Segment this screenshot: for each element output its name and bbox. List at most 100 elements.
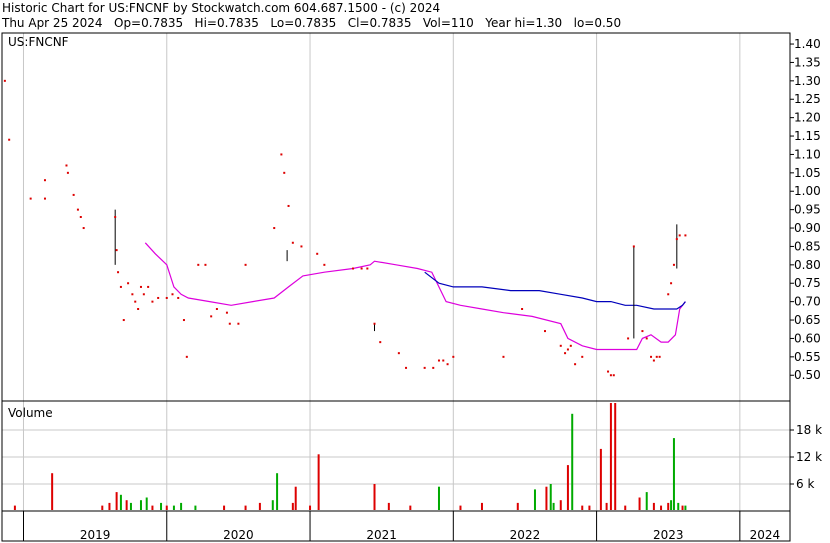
price-point — [76, 208, 79, 211]
volume-bar — [571, 413, 574, 510]
price-point — [119, 285, 122, 288]
x-tick-label-2024: 2024 — [750, 528, 781, 542]
ma_short-line — [144, 242, 686, 351]
x-tick-label-2022: 2022 — [510, 528, 541, 542]
price-point — [151, 300, 154, 303]
price-point — [287, 204, 290, 207]
volume-bar — [317, 454, 320, 510]
price-point — [300, 245, 303, 248]
price-chart-title: US:FNCNF — [8, 35, 69, 49]
volume-bar — [549, 484, 552, 510]
volume-bar — [244, 505, 247, 510]
volume-bar — [258, 502, 261, 510]
price-point — [225, 311, 228, 314]
volume-bar — [409, 505, 412, 510]
volume-bar — [309, 505, 312, 510]
price-point — [675, 238, 678, 241]
y-tick-label: 1.30 — [794, 74, 821, 88]
price-point — [66, 171, 69, 174]
volume-bar — [624, 505, 627, 510]
price-point — [442, 359, 445, 362]
y-tick-label: 1.40 — [794, 37, 821, 51]
volume-bar — [566, 465, 569, 510]
price-point — [134, 300, 137, 303]
volume-bar — [516, 502, 519, 510]
volume-bar — [160, 502, 163, 510]
price-point — [559, 344, 562, 347]
price-point — [502, 355, 505, 358]
volume-bar — [480, 502, 483, 510]
price-point — [273, 227, 276, 230]
price-point — [609, 374, 612, 377]
y-tick-label: 0.50 — [794, 368, 821, 382]
price-point — [379, 341, 382, 344]
y-tick-label: 0.85 — [794, 239, 821, 253]
y-tick-label: 0.75 — [794, 276, 821, 290]
volume-bar — [151, 505, 154, 510]
y-tick-label: 1.00 — [794, 184, 821, 198]
x-tick-label-2019: 2019 — [80, 528, 111, 542]
volume-bar — [115, 492, 118, 510]
volume-bar — [125, 500, 128, 510]
volume-bar — [223, 505, 226, 510]
price-point — [521, 308, 524, 310]
volume-bar — [672, 438, 675, 510]
price-point — [204, 263, 207, 266]
price-point — [574, 363, 577, 366]
price-point — [432, 366, 435, 369]
volume-bar — [605, 502, 608, 510]
volume-bar — [108, 502, 111, 510]
price-point — [43, 197, 46, 200]
price-point — [147, 285, 150, 288]
price-point — [43, 179, 46, 182]
price-panel-frame — [1, 32, 791, 402]
price-point — [684, 234, 687, 237]
volume-bar — [559, 500, 562, 510]
y-tick-label: 0.55 — [794, 350, 821, 364]
price-point — [215, 308, 218, 310]
volume-tick-label: 18 k — [796, 423, 822, 437]
volume-bar — [588, 505, 591, 510]
price-point — [544, 330, 547, 333]
volume-bar — [129, 502, 132, 510]
volume-bar — [599, 448, 602, 510]
price-point — [283, 171, 286, 174]
price-point — [114, 216, 117, 218]
volume-tick-label: 12 k — [796, 450, 822, 464]
price-point — [366, 267, 369, 270]
price-point — [360, 267, 363, 270]
volume-bar — [180, 502, 183, 510]
volume-bar — [437, 486, 440, 510]
volume-bar — [677, 502, 680, 510]
price-point — [641, 330, 644, 333]
y-tick-label: 1.35 — [794, 55, 821, 69]
volume-bar — [101, 505, 104, 510]
price-point — [244, 263, 247, 266]
volume-bar — [681, 505, 684, 510]
price-point — [237, 322, 240, 325]
grid-lines — [2, 33, 790, 511]
price-range-bars — [114, 209, 678, 339]
volume-chart-title: Volume — [8, 406, 53, 420]
price-point — [280, 153, 283, 156]
price-point — [405, 366, 408, 369]
volume-bar — [645, 492, 648, 510]
volume-bar — [119, 494, 122, 510]
price-point — [137, 308, 140, 310]
volume-bar — [165, 505, 168, 510]
price-point — [670, 282, 673, 285]
price-point — [397, 352, 400, 355]
volume-bar — [652, 502, 655, 510]
volume-bar — [609, 403, 612, 510]
volume-tick-label: 6 k — [796, 477, 814, 491]
x-tick-label-2020: 2020 — [223, 528, 254, 542]
y-tick-label: 1.10 — [794, 147, 821, 161]
price-point — [228, 322, 231, 325]
volume-bar — [294, 486, 297, 510]
price-point — [678, 234, 681, 237]
ma_long-line — [424, 271, 686, 310]
y-tick-label: 1.25 — [794, 92, 821, 106]
y-tick-label: 1.05 — [794, 166, 821, 180]
axis-labels: 2019 2020 2021 2022 2023 2024 0.50 0.55 0.60 0.65… — [22, 37, 822, 542]
volume-bar — [552, 502, 555, 510]
